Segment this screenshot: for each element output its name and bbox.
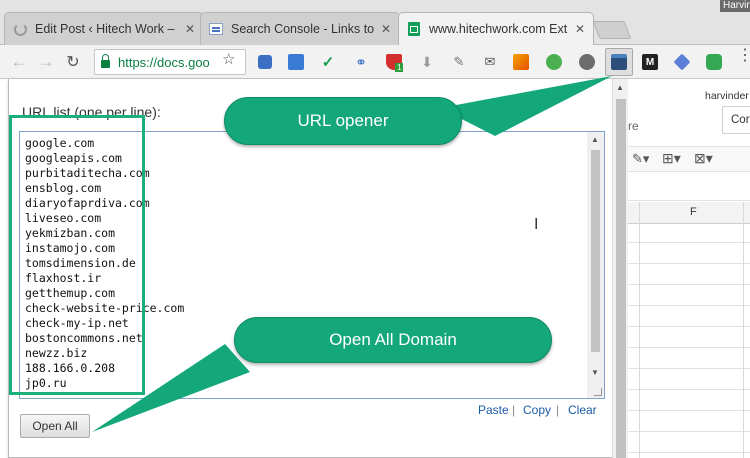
address-url: https://docs.goo <box>118 54 210 70</box>
comments-button[interactable]: Cor <box>722 106 750 134</box>
url-opener-icon[interactable] <box>610 53 628 71</box>
open-all-button[interactable]: Open All <box>20 414 90 438</box>
action-separator: | <box>512 403 516 417</box>
borders-icon[interactable]: ⊞▾ <box>662 150 681 167</box>
text-color-icon[interactable]: ✎▾ <box>632 151 649 167</box>
lock-icon <box>101 54 110 68</box>
scroll-up-arrow-icon[interactable]: ▲ <box>591 135 599 144</box>
close-tab-icon[interactable]: ✕ <box>575 22 585 36</box>
medium-icon[interactable]: M <box>641 53 659 71</box>
globe-icon[interactable] <box>545 53 563 71</box>
extension-badge: 1 <box>395 63 404 72</box>
back-arrow-icon[interactable]: ← <box>8 51 30 73</box>
sheets-icon <box>407 22 421 36</box>
tab-title: www.hitechwork.com Ext <box>429 22 568 36</box>
check-icon[interactable]: ✓ <box>319 53 337 71</box>
analytics-icon[interactable] <box>512 53 530 71</box>
sheet-grid[interactable] <box>614 200 750 458</box>
popup-scroll-thumb[interactable] <box>616 99 626 458</box>
chart-icon[interactable] <box>287 53 305 71</box>
close-tab-icon[interactable]: ✕ <box>185 22 195 36</box>
keyboard-icon[interactable] <box>256 53 274 71</box>
tab-strip: Edit Post ‹ Hitech Work – ✕ Search Conso… <box>0 0 750 45</box>
column-header-f[interactable]: F <box>690 206 697 218</box>
tab-title: Edit Post ‹ Hitech Work – <box>35 22 175 36</box>
browser-toolbar: ← → ↻ https://docs.goo ☆ ✓ ⚭ 1 ⬇ ✎ ✉ M ⋮ <box>0 45 750 79</box>
search-console-icon <box>209 22 223 36</box>
gear-globe-icon[interactable] <box>578 53 596 71</box>
grid-column-line <box>743 202 744 458</box>
open-all-domain-callout-text: Open All Domain <box>329 330 457 349</box>
copy-link[interactable]: Copy <box>523 403 551 417</box>
tools-icon[interactable] <box>673 53 691 71</box>
more-menu-icon[interactable]: ⋮ <box>737 48 750 64</box>
new-tab-button[interactable] <box>592 21 632 39</box>
text-cursor-icon: I <box>534 216 539 233</box>
url-opener-callout: URL opener <box>224 97 462 145</box>
tab-edit-post[interactable]: Edit Post ‹ Hitech Work – ✕ <box>4 12 204 45</box>
scroll-up-arrow-icon[interactable]: ▲ <box>616 83 624 92</box>
pencil-icon[interactable]: ✎ <box>450 53 468 71</box>
tab-hitechwork-sheet[interactable]: www.hitechwork.com Ext ✕ <box>398 12 594 45</box>
column-header-row <box>614 202 750 224</box>
sheet-toolbar: ✎▾ ⊞▾ ⊠▾ <box>614 146 750 172</box>
bookmark-star-icon[interactable]: ☆ <box>222 50 235 68</box>
profile-button[interactable]: Harvir <box>720 0 750 12</box>
resize-grip-icon[interactable] <box>594 388 602 396</box>
clear-link[interactable]: Clear <box>568 403 597 417</box>
forward-arrow-icon[interactable]: → <box>35 51 57 73</box>
textarea-scroll-thumb[interactable] <box>591 150 600 352</box>
user-name: harvinder <box>705 90 749 102</box>
tab-title: Search Console - Links to <box>231 22 375 36</box>
grid-column-line <box>639 202 640 458</box>
close-tab-icon[interactable]: ✕ <box>381 22 391 36</box>
paste-link[interactable]: Paste <box>478 403 509 417</box>
mail-icon[interactable]: ✉ <box>481 53 499 71</box>
download-icon[interactable]: ⬇ <box>418 53 436 71</box>
sheet-menu-text: re <box>628 119 639 133</box>
scroll-down-arrow-icon[interactable]: ▼ <box>591 368 599 377</box>
url-opener-callout-text: URL opener <box>297 111 389 130</box>
tab-search-console[interactable]: Search Console - Links to ✕ <box>200 12 400 45</box>
loading-spinner-icon <box>13 22 27 36</box>
merge-cells-icon[interactable]: ⊠▾ <box>694 150 713 167</box>
reload-icon[interactable]: ↻ <box>62 51 84 73</box>
url-list-highlight <box>9 115 145 395</box>
link-icon[interactable]: ⚭ <box>352 53 370 71</box>
action-separator: | <box>556 403 560 417</box>
popup-scrollbar[interactable]: ▲ <box>612 79 628 458</box>
open-all-domain-callout: Open All Domain <box>234 317 552 363</box>
textarea-scrollbar[interactable]: ▲ ▼ <box>587 132 604 398</box>
frog-icon[interactable] <box>705 53 723 71</box>
shield-icon[interactable]: 1 <box>385 53 404 72</box>
